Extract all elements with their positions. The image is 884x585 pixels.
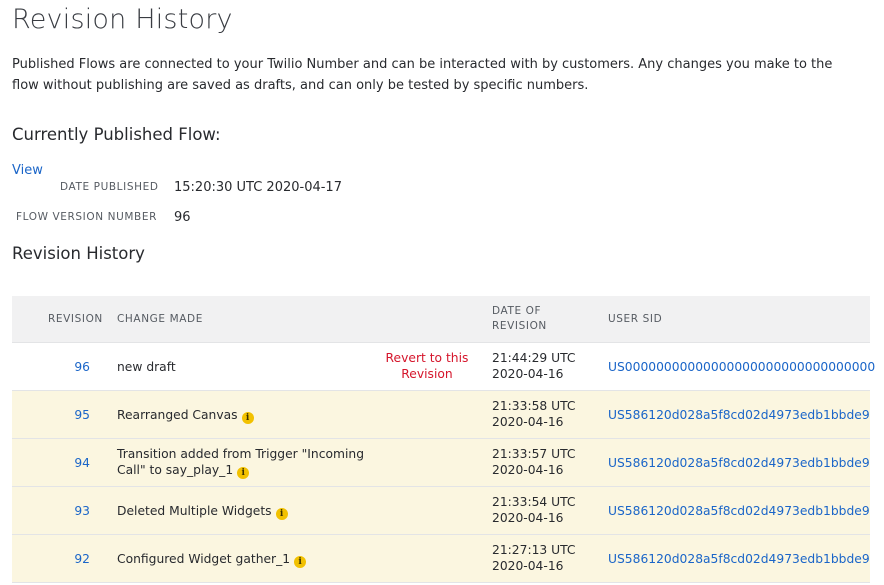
revision-time: 21:33:57 UTC	[492, 447, 576, 461]
page-title: Revision History	[12, 4, 233, 35]
revision-history-title: Revision History	[12, 244, 145, 263]
revision-date: 21:33:54 UTC 2020-04-16	[492, 494, 576, 526]
revert-line-2: Revision	[401, 367, 453, 381]
revision-table: REVISION CHANGE MADE DATE OF REVISION US…	[12, 296, 875, 583]
revision-number-link[interactable]: 94	[74, 455, 90, 471]
revision-day: 2020-04-16	[492, 511, 564, 525]
view-published-flow-link[interactable]: View	[12, 163, 43, 178]
info-icon[interactable]: i	[294, 556, 307, 568]
column-date-line1: DATE OF	[492, 305, 542, 317]
revision-day: 2020-04-16	[492, 367, 564, 381]
table-row: 94 Transition added from Trigger "Incomin…	[12, 439, 870, 487]
change-line-1: new draft	[117, 360, 176, 374]
date-published-label: DATE PUBLISHED	[60, 181, 159, 193]
column-date-of-revision: DATE OF REVISION	[492, 304, 547, 334]
change-line-2: Call" to say_play_1	[117, 463, 234, 477]
flow-version-value: 96	[174, 210, 191, 225]
table-header: REVISION CHANGE MADE DATE OF REVISION US…	[12, 296, 870, 343]
revert-line-1: Revert to this	[385, 351, 469, 365]
table-row: 95 Rearranged Canvas i 21:33:58 UTC 2020-04-…	[12, 391, 870, 439]
revision-number-link[interactable]: 92	[74, 551, 90, 567]
revision-number-link[interactable]: 95	[74, 407, 90, 423]
info-icon[interactable]: i	[275, 508, 288, 520]
intro-text: Published Flows are connected to your Tw…	[12, 57, 833, 93]
revision-number-link[interactable]: 96	[74, 359, 90, 375]
column-user-sid: USER SID	[608, 313, 663, 325]
user-sid-link[interactable]: US586120d028a5f8cd02d4973edb1bbde9	[608, 551, 870, 567]
change-description: new draft	[117, 359, 176, 375]
column-change-made: CHANGE MADE	[117, 313, 203, 325]
revision-time: 21:33:58 UTC	[492, 399, 576, 413]
date-published-value: 15:20:30 UTC 2020-04-17	[174, 180, 342, 195]
change-description: Configured Widget gather_1 i	[117, 551, 307, 568]
user-sid-link[interactable]: US586120d028a5f8cd02d4973edb1bbde9	[608, 503, 870, 519]
revision-day: 2020-04-16	[492, 559, 564, 573]
column-date-line2: REVISION	[492, 320, 547, 332]
revision-day: 2020-04-16	[492, 463, 564, 477]
change-description: Rearranged Canvas i	[117, 407, 254, 424]
revision-time: 21:33:54 UTC	[492, 495, 576, 509]
revision-date: 21:27:13 UTC 2020-04-16	[492, 542, 576, 574]
table-row: 92 Configured Widget gather_1 i 21:27:13 UT…	[12, 535, 870, 583]
flow-version-label: FLOW VERSION NUMBER	[16, 211, 157, 223]
change-description: Deleted Multiple Widgets i	[117, 503, 288, 520]
user-sid-link[interactable]: US00000000000000000000000000000000	[608, 359, 875, 375]
revision-number-link[interactable]: 93	[74, 503, 90, 519]
change-line-1: Transition added from Trigger "Incoming	[117, 447, 364, 461]
info-icon[interactable]: i	[241, 412, 254, 424]
revision-date: 21:33:57 UTC 2020-04-16	[492, 446, 576, 478]
published-flow-title: Currently Published Flow:	[12, 125, 221, 144]
revision-day: 2020-04-16	[492, 415, 564, 429]
revert-to-revision-link[interactable]: Revert to this Revision	[384, 350, 470, 382]
change-line-1: Configured Widget gather_1	[117, 552, 291, 566]
table-row: 93 Deleted Multiple Widgets i 21:33:54 UTC 2…	[12, 487, 870, 535]
revision-date: 21:33:58 UTC 2020-04-16	[492, 398, 576, 430]
change-line-1: Rearranged Canvas	[117, 408, 238, 422]
user-sid-link[interactable]: US586120d028a5f8cd02d4973edb1bbde9	[608, 407, 870, 423]
info-icon[interactable]: i	[237, 467, 250, 479]
table-row: 96 new draft Revert to this Revision 21:44:2…	[12, 343, 875, 391]
user-sid-link[interactable]: US586120d028a5f8cd02d4973edb1bbde9	[608, 455, 870, 471]
revision-time: 21:27:13 UTC	[492, 543, 576, 557]
change-line-1: Deleted Multiple Widgets	[117, 504, 272, 518]
revision-time: 21:44:29 UTC	[492, 351, 576, 365]
change-description: Transition added from Trigger "Incoming C…	[117, 446, 364, 479]
column-revision: REVISION	[48, 313, 103, 325]
revision-date: 21:44:29 UTC 2020-04-16	[492, 350, 576, 382]
table-body: 96 new draft Revert to this Revision 21:44:2…	[12, 343, 875, 583]
